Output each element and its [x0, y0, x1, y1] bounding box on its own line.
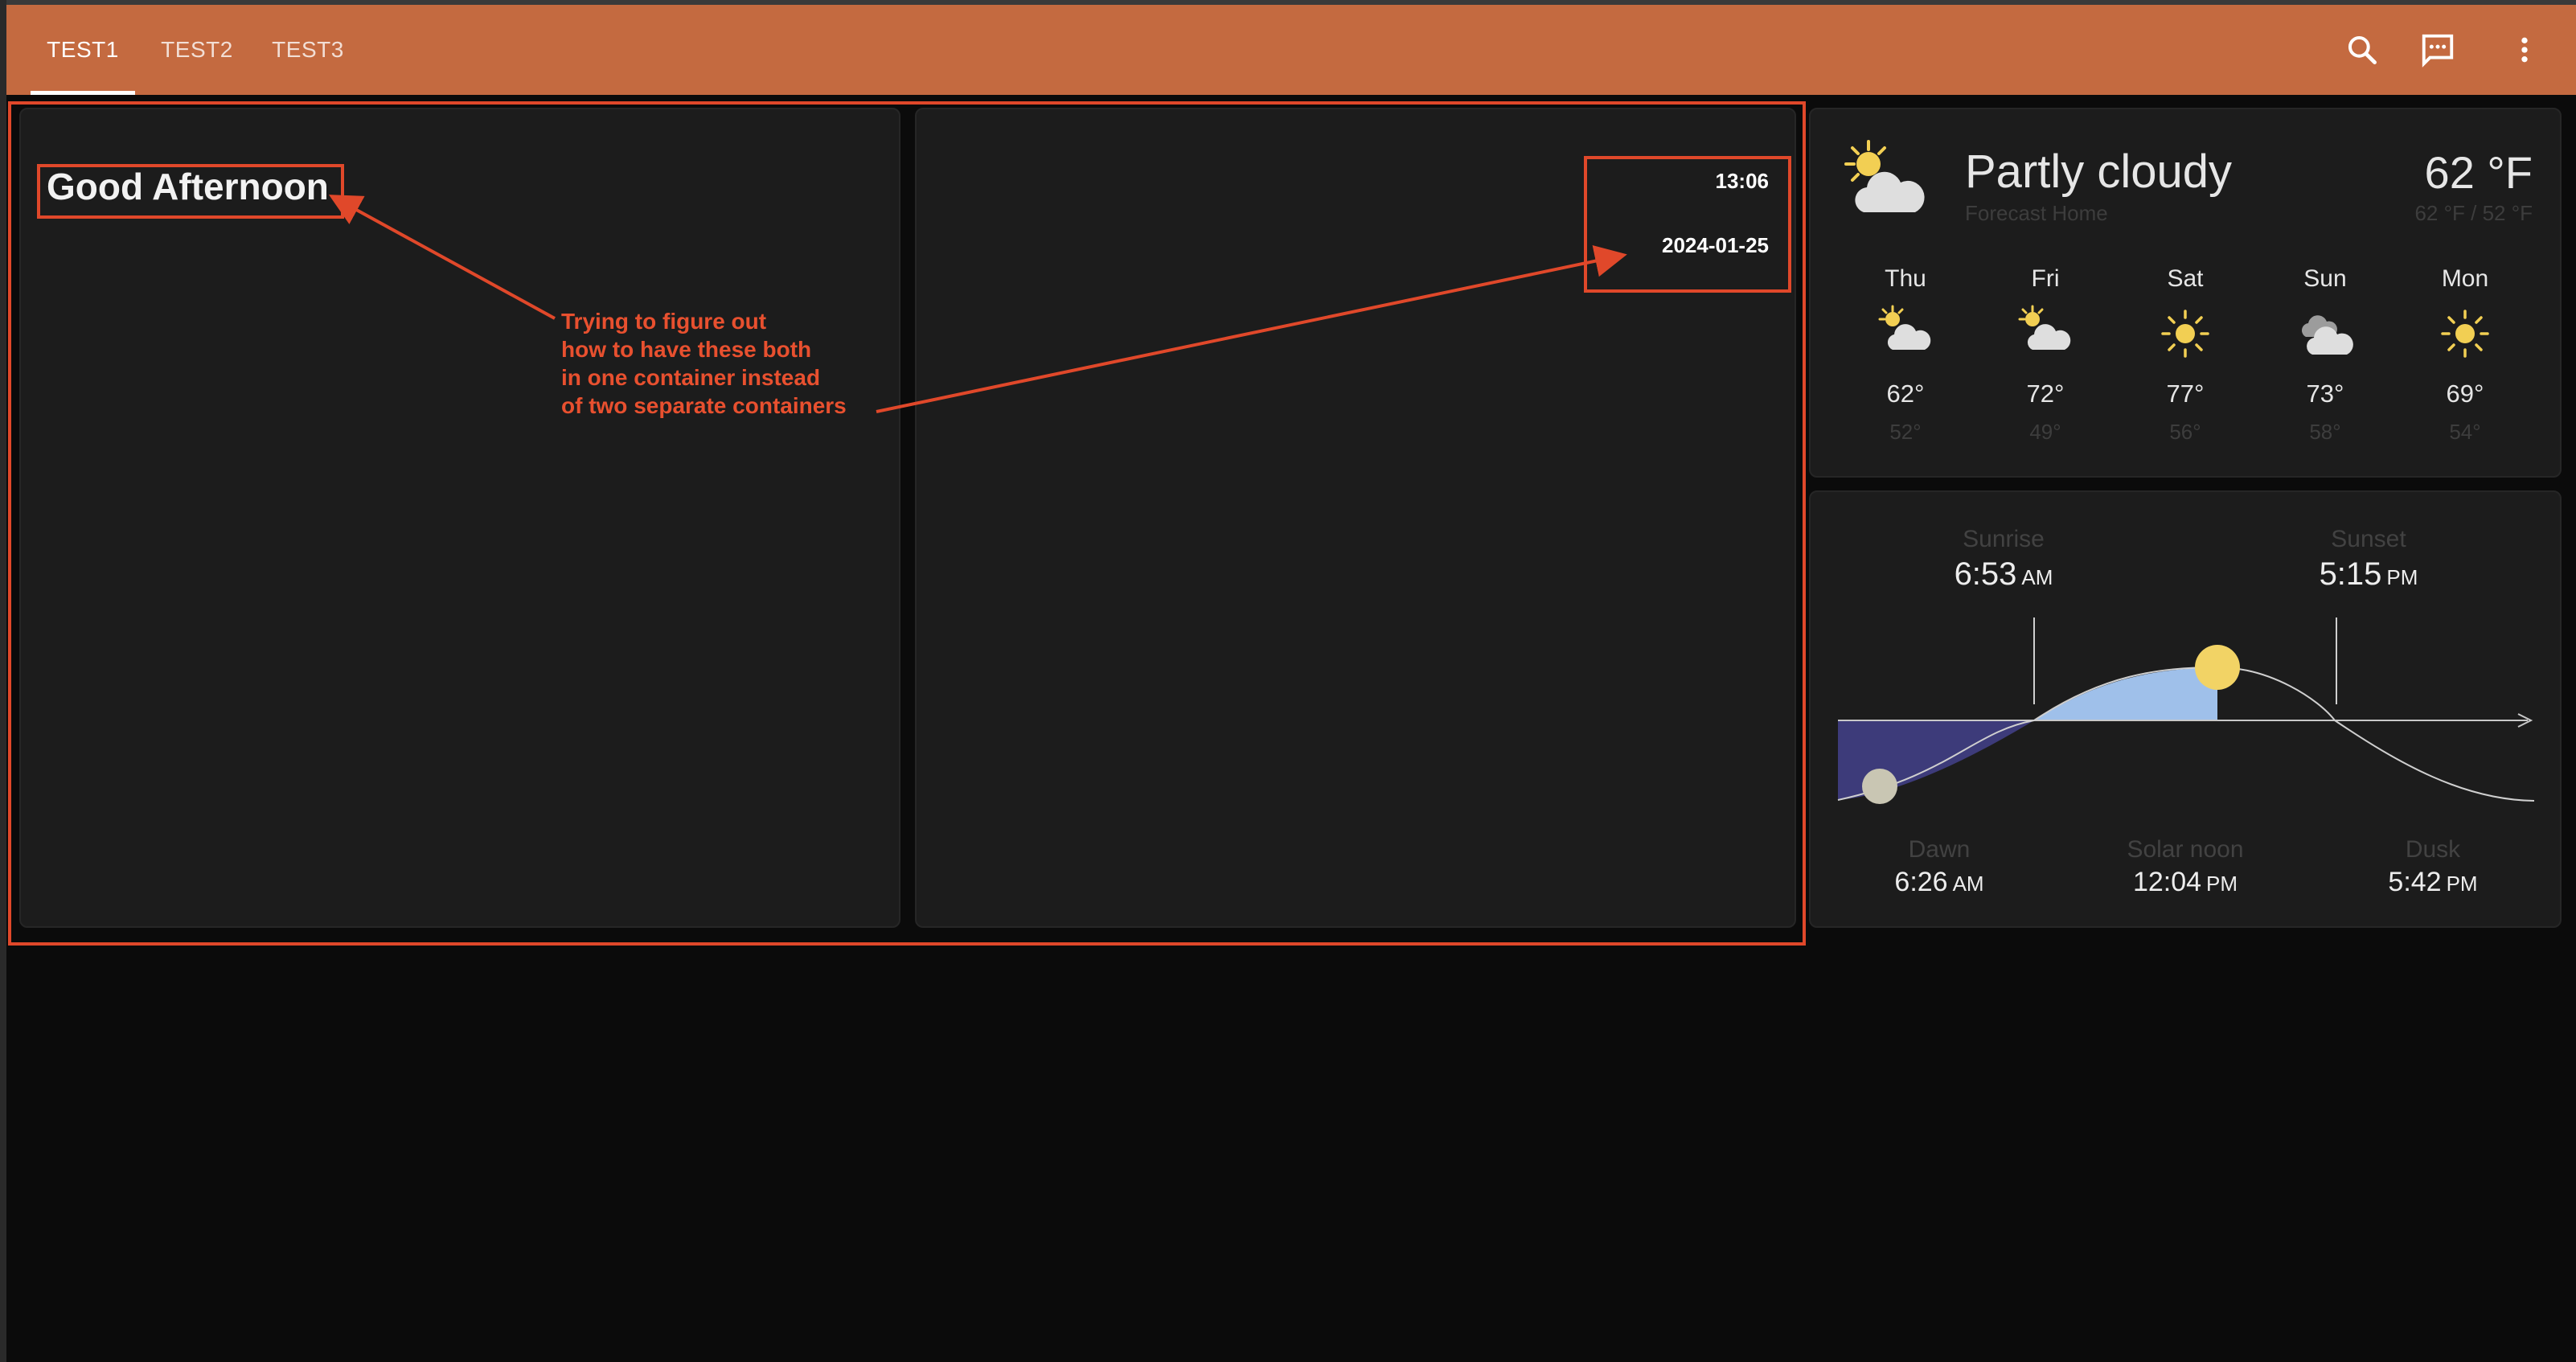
partly-cloudy-icon [1878, 305, 1931, 350]
dusk-label: Dusk [2405, 836, 2461, 863]
forecast-low: 56° [2169, 420, 2201, 444]
forecast-day: Sat [2167, 265, 2204, 292]
sunrise-ampm: AM [2021, 565, 2053, 589]
sunset-label: Sunset [2331, 526, 2406, 552]
sunny-icon [2441, 310, 2489, 358]
dawn-time-value: 6:26 [1894, 867, 1948, 897]
cloudy-icon [2302, 315, 2353, 355]
sunset-ampm: PM [2386, 565, 2418, 589]
forecast-low: 49° [2029, 420, 2061, 444]
forecast-day: Thu [1885, 265, 1926, 292]
forecast-high: 77° [2166, 379, 2205, 408]
annotation-text: Trying to figure out how to have these b… [561, 307, 847, 420]
forecast-high: 72° [2026, 379, 2065, 408]
annotation-line: how to have these both [561, 337, 812, 362]
solar-noon-label: Solar noon [2127, 836, 2244, 863]
daylight-area [2034, 667, 2217, 720]
sun-position-graph [1837, 617, 2535, 804]
forecast-low: 54° [2449, 420, 2481, 444]
solar-noon-ampm: PM [2206, 872, 2238, 896]
sun-icon [2195, 645, 2240, 690]
sunset-time: 5:15 PM [2264, 556, 2473, 593]
arrow-to-greeting [328, 195, 556, 320]
solar-noon-time: 12:04 PM [2081, 867, 2290, 898]
dawn-ampm: AM [1952, 872, 1984, 896]
dusk-ampm: PM [2446, 872, 2478, 896]
current-temperature: 62 °F [2424, 147, 2533, 198]
weather-location: Forecast Home [1965, 201, 2108, 225]
forecast-low: 58° [2309, 420, 2341, 444]
annotation-line: of two separate containers [561, 393, 847, 418]
dawn-label: Dawn [1908, 836, 1971, 863]
forecast-day: Fri [2031, 265, 2060, 292]
dusk-time-value: 5:42 [2388, 867, 2442, 897]
annotation-line: in one container instead [561, 365, 821, 390]
weather-condition: Partly cloudy [1965, 146, 2233, 198]
forecast-low: 52° [1889, 420, 1922, 444]
arrow-to-clock [876, 244, 1627, 413]
high-low-temperature: 62 °F / 52 °F [2414, 201, 2533, 225]
sunrise-time: 6:53 AM [1899, 556, 2108, 593]
solar-noon-time-value: 12:04 [2132, 867, 2202, 897]
annotation-line: Trying to figure out [561, 309, 767, 334]
forecast-high: 69° [2446, 379, 2484, 408]
dusk-time: 5:42 PM [2328, 867, 2537, 898]
sunrise-time-value: 6:53 [1954, 556, 2017, 592]
sunny-icon [2161, 310, 2209, 358]
sunrise-label: Sunrise [1963, 526, 2045, 552]
forecast-day: Sun [2303, 265, 2347, 292]
moon-icon [1862, 769, 1897, 804]
dawn-time: 6:26 AM [1835, 867, 2044, 898]
partly-cloudy-icon [2018, 305, 2071, 350]
forecast-day: Mon [2441, 265, 2489, 292]
forecast-high: 73° [2306, 379, 2344, 408]
forecast-high: 62° [1886, 379, 1925, 408]
sunset-time-value: 5:15 [2319, 556, 2382, 592]
partly-cloudy-icon [1844, 140, 1925, 212]
